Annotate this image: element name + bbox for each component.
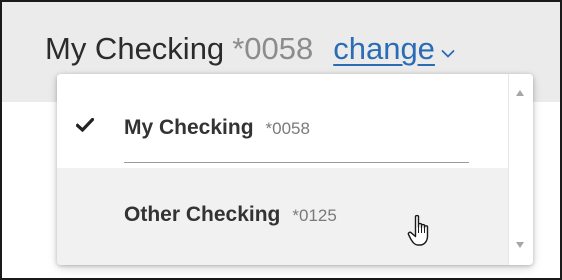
account-option-other-checking[interactable]: Other Checking *0125 [57, 168, 509, 265]
option-divider [124, 162, 469, 163]
account-dropdown-menu: My Checking *0058 Other Checking *0125 [57, 74, 533, 265]
current-account-name: My Checking [45, 31, 225, 66]
account-switcher-panel: My Checking *0058 change My Checking *0058 … [0, 0, 562, 280]
option-account-number: *0125 [292, 206, 337, 225]
dropdown-scrollbar[interactable] [508, 74, 533, 265]
option-text: My Checking *0058 [124, 116, 310, 140]
scroll-up-arrow-icon[interactable] [516, 90, 524, 96]
account-header: My Checking *0058 change [45, 30, 455, 68]
change-link-label: change [333, 31, 435, 66]
option-account-number: *0058 [265, 119, 310, 138]
scroll-down-arrow-icon[interactable] [516, 242, 524, 248]
current-account-number: *0058 [232, 31, 314, 66]
option-account-name: Other Checking [124, 203, 281, 226]
checkmark-icon [75, 117, 95, 137]
option-text: Other Checking *0125 [124, 203, 337, 227]
chevron-down-icon [441, 30, 455, 68]
change-account-link[interactable]: change [333, 31, 455, 66]
option-account-name: My Checking [124, 116, 254, 139]
account-option-my-checking[interactable]: My Checking *0058 [57, 74, 509, 168]
